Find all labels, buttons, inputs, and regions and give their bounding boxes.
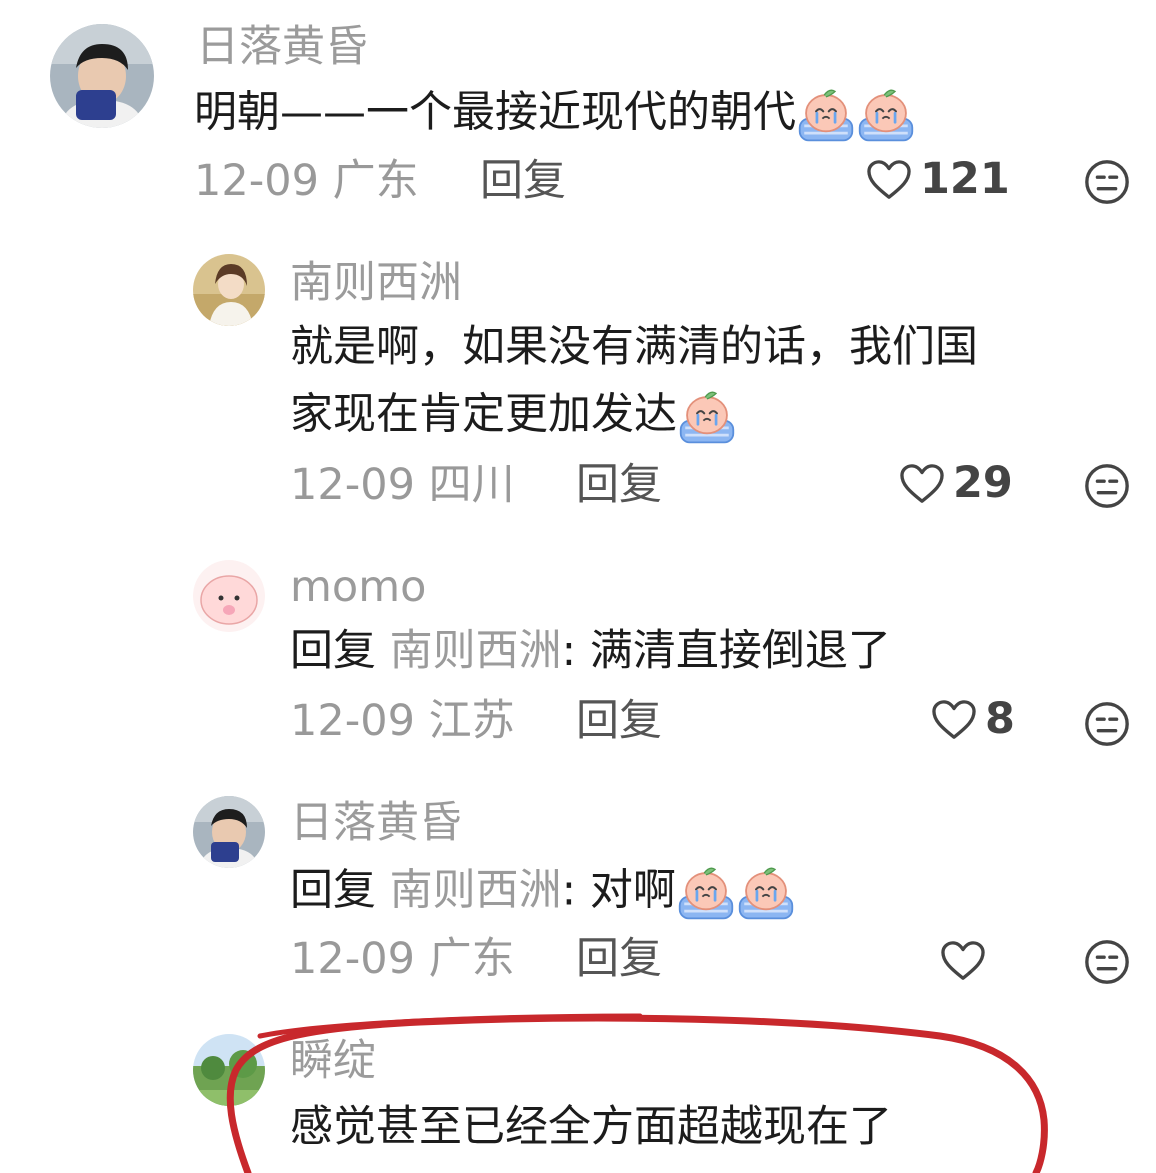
like-button[interactable]: 29 <box>899 462 1013 505</box>
neutral-face-icon[interactable] <box>1083 158 1131 206</box>
comment-text-body: 感觉甚至已经全方面超越现在了 <box>290 1102 892 1152</box>
username[interactable]: 日落黄昏 <box>196 26 368 69</box>
crying-peach-emoji <box>736 864 796 922</box>
like-count: 8 <box>985 694 1015 744</box>
comment-text: 明朝——一个最接近现代的朝代 <box>194 86 916 144</box>
neutral-face-icon[interactable] <box>1083 700 1131 748</box>
comment-meta: 12-09 四川 <box>290 464 515 507</box>
comment-date: 12-09 <box>290 460 415 510</box>
avatar[interactable] <box>193 796 265 868</box>
comment-text: 回复 南则西洲: 满清直接倒退了 <box>290 630 891 673</box>
comment-date: 12-09 <box>194 156 319 206</box>
comment-text-body: : 对啊 <box>561 865 676 916</box>
comment-text: 感觉甚至已经全方面超越现在了 <box>290 1106 892 1149</box>
comment-meta: 12-09 广东 <box>290 938 515 981</box>
reply-prefix: 回复 <box>290 626 376 676</box>
reply-target-username[interactable]: 南则西洲 <box>390 626 562 676</box>
avatar[interactable] <box>50 24 154 128</box>
crying-peach-emoji <box>676 864 736 922</box>
username[interactable]: 瞬绽 <box>290 1040 376 1083</box>
like-button[interactable]: 8 <box>931 698 1015 741</box>
comment-meta: 12-09 江苏 <box>290 700 515 743</box>
comment-text-body: : 满清直接倒退了 <box>561 626 891 676</box>
heart-outline-icon <box>899 463 945 505</box>
avatar[interactable] <box>193 1034 265 1106</box>
comment-location: 江苏 <box>428 696 515 746</box>
neutral-face-icon[interactable] <box>1083 462 1131 510</box>
username[interactable]: 日落黄昏 <box>290 802 462 845</box>
like-button[interactable] <box>940 940 994 982</box>
reply-button[interactable]: 回复 <box>576 464 662 507</box>
reply-button[interactable]: 回复 <box>576 700 662 743</box>
reply-prefix: 回复 <box>290 865 376 916</box>
comment-text: 就是啊，如果没有满清的话，我们国 <box>290 326 978 369</box>
avatar[interactable] <box>193 254 265 326</box>
neutral-face-icon[interactable] <box>1083 938 1131 986</box>
comment-text-line: 家现在肯定更加发达 <box>290 389 677 440</box>
like-count: 29 <box>953 458 1013 508</box>
crying-peach-emoji <box>677 388 737 446</box>
username[interactable]: 南则西洲 <box>290 262 462 305</box>
comment-text: 回复 南则西洲: 对啊 <box>290 864 796 922</box>
comment-location: 广东 <box>332 156 419 206</box>
comment-text-body: 明朝——一个最接近现代的朝代 <box>194 87 796 138</box>
reply-button[interactable]: 回复 <box>576 938 662 981</box>
avatar[interactable] <box>193 560 265 632</box>
comment-text: 家现在肯定更加发达 <box>290 388 737 446</box>
crying-peach-emoji <box>856 86 916 144</box>
comment-location: 四川 <box>428 460 515 510</box>
like-count: 121 <box>920 154 1010 204</box>
reply-button[interactable]: 回复 <box>480 160 566 203</box>
comment-text-line: 就是啊，如果没有满清的话，我们国 <box>290 322 978 372</box>
heart-outline-icon <box>866 159 912 201</box>
comment-date: 12-09 <box>290 696 415 746</box>
like-button[interactable]: 121 <box>866 158 1010 201</box>
username[interactable]: momo <box>290 566 426 609</box>
reply-target-username[interactable]: 南则西洲 <box>390 866 562 916</box>
heart-outline-icon <box>940 940 986 982</box>
comment-location: 广东 <box>428 934 515 984</box>
crying-peach-emoji <box>796 86 856 144</box>
comment-meta: 12-09 广东 <box>194 160 419 203</box>
comment-date: 12-09 <box>290 934 415 984</box>
heart-outline-icon <box>931 699 977 741</box>
